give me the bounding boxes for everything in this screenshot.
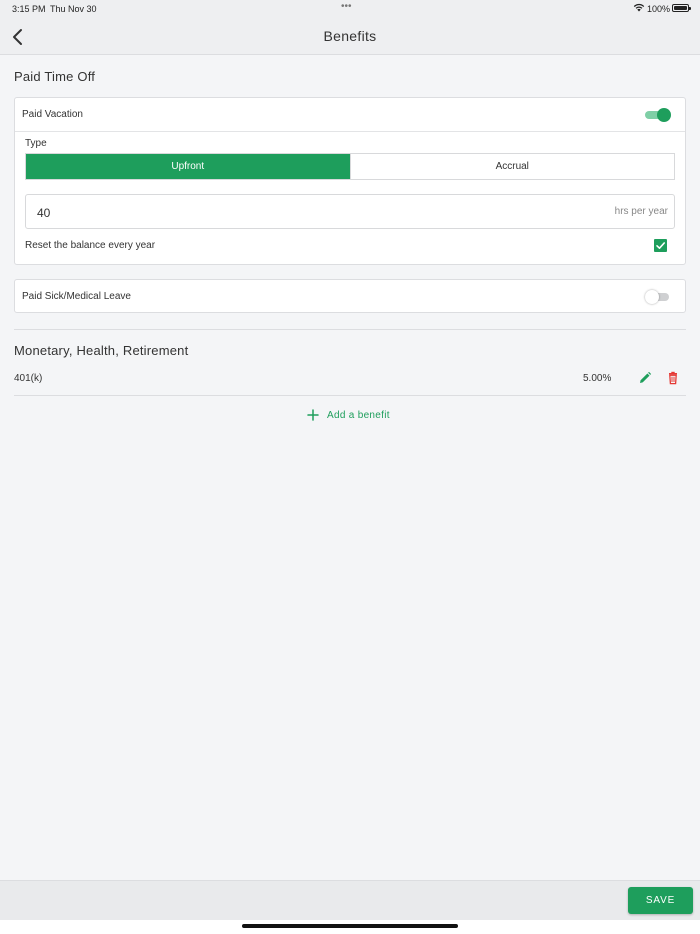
hours-per-year-input[interactable]: 40 hrs per year xyxy=(25,194,675,229)
divider xyxy=(15,131,685,132)
home-indicator-area xyxy=(0,920,700,934)
battery-icon xyxy=(672,4,691,12)
add-benefit-button[interactable]: Add a benefit xyxy=(306,407,390,423)
wifi-icon xyxy=(633,3,645,12)
pencil-icon[interactable] xyxy=(638,371,652,385)
hours-value: 40 xyxy=(37,206,51,220)
page-title: Benefits xyxy=(323,28,377,44)
status-time: 3:15 PM xyxy=(12,4,46,14)
sick-leave-label: Paid Sick/Medical Leave xyxy=(22,291,131,302)
benefit-value: 5.00% xyxy=(583,373,612,384)
sick-leave-card: Paid Sick/Medical Leave xyxy=(14,279,686,313)
type-label: Type xyxy=(25,138,47,149)
status-bar: 3:15 PM Thu Nov 30 ••• 100% xyxy=(0,0,700,18)
reset-balance-label: Reset the balance every year xyxy=(25,240,156,251)
plus-icon xyxy=(307,409,319,421)
type-segmented-control: Upfront Accrual xyxy=(25,153,675,180)
home-indicator[interactable] xyxy=(242,924,458,928)
benefit-row: 401(k) 5.00% xyxy=(14,366,686,396)
save-button[interactable]: SAVE xyxy=(628,887,693,914)
section-title-paid-time-off: Paid Time Off xyxy=(14,69,96,84)
status-date: Thu Nov 30 xyxy=(50,4,97,14)
multitasking-dots-icon[interactable]: ••• xyxy=(341,1,352,12)
bottom-action-bar: SAVE xyxy=(0,880,700,920)
nav-bar: Benefits xyxy=(0,18,700,55)
hours-unit-label: hrs per year xyxy=(614,206,668,217)
trash-icon[interactable] xyxy=(666,371,680,385)
sick-leave-toggle[interactable] xyxy=(645,290,671,304)
type-option-upfront[interactable]: Upfront xyxy=(26,154,350,179)
paid-vacation-header: Paid Vacation xyxy=(15,98,685,131)
type-option-accrual[interactable]: Accrual xyxy=(349,154,674,179)
benefit-name: 401(k) xyxy=(14,373,43,384)
section-title-monetary: Monetary, Health, Retirement xyxy=(14,343,189,358)
paid-vacation-label: Paid Vacation xyxy=(22,109,83,120)
battery-percent: 100% xyxy=(647,4,671,14)
reset-balance-checkbox[interactable] xyxy=(654,239,667,252)
paid-vacation-toggle[interactable] xyxy=(645,108,671,122)
section-divider xyxy=(14,329,686,330)
checkmark-icon xyxy=(656,242,665,249)
sick-leave-header: Paid Sick/Medical Leave xyxy=(15,280,685,313)
add-benefit-label: Add a benefit xyxy=(327,409,390,421)
paid-vacation-card: Paid Vacation Type Upfront Accrual 40 hr… xyxy=(14,97,686,265)
